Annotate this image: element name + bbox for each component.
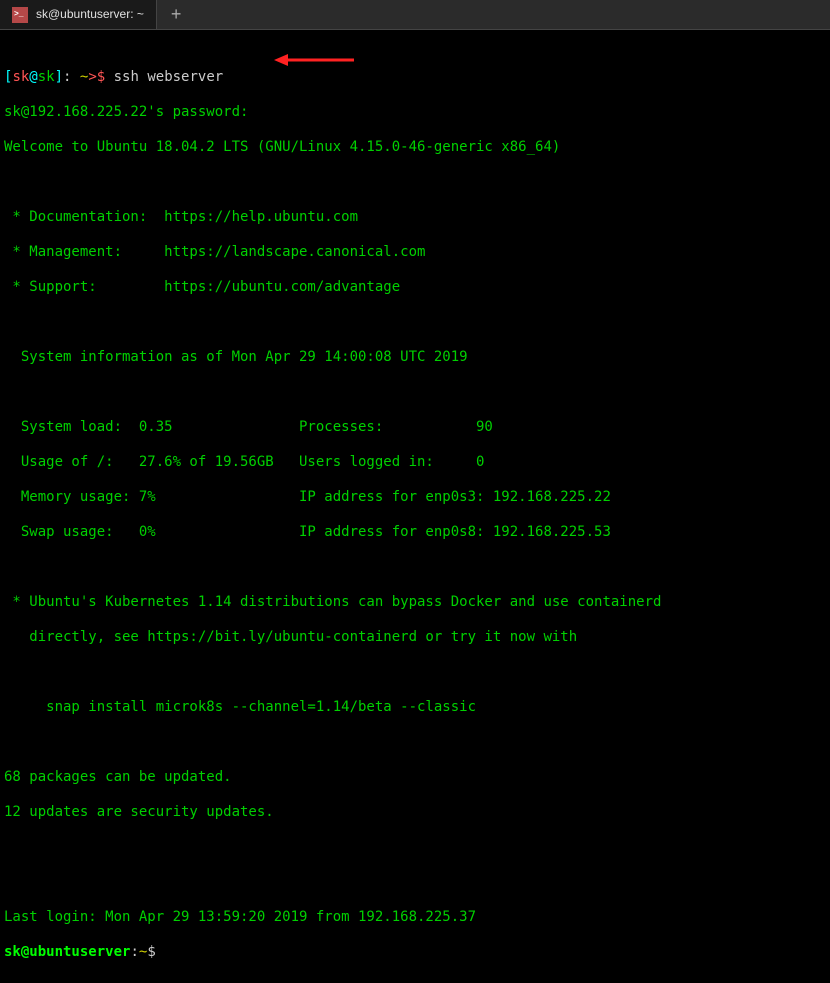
tab-bar: sk@ubuntuserver: ~ + <box>0 0 830 30</box>
k8s-line-1: * Ubuntu's Kubernetes 1.14 distributions… <box>4 594 826 612</box>
prompt-user: sk <box>12 69 29 85</box>
sysinfo-row-3: Memory usage: 7% IP address for enp0s3: … <box>4 489 826 507</box>
new-tab-button[interactable]: + <box>157 0 196 29</box>
prompt-line-2: sk@ubuntuserver:~$ <box>4 944 826 962</box>
bracket-close: ] <box>55 69 63 85</box>
password-prompt: sk@192.168.225.22's password: <box>4 104 826 122</box>
blank <box>4 559 826 577</box>
sysinfo-row-2: Usage of /: 27.6% of 19.56GB Users logge… <box>4 454 826 472</box>
typed-command: ssh webserver <box>114 69 224 85</box>
prompt2-sep: : <box>130 944 138 960</box>
packages-line: 68 packages can be updated. <box>4 769 826 787</box>
sysinfo-row-1: System load: 0.35 Processes: 90 <box>4 419 826 437</box>
k8s-line-2: directly, see https://bit.ly/ubuntu-cont… <box>4 629 826 647</box>
blank <box>4 664 826 682</box>
last-login-line: Last login: Mon Apr 29 13:59:20 2019 fro… <box>4 909 826 927</box>
blank <box>4 174 826 192</box>
tab-title: sk@ubuntuserver: ~ <box>36 7 144 22</box>
documentation-line: * Documentation: https://help.ubuntu.com <box>4 209 826 227</box>
prompt-ps: >$ <box>88 69 113 85</box>
blank <box>4 839 826 857</box>
blank <box>4 734 826 752</box>
snap-line: snap install microk8s --channel=1.14/bet… <box>4 699 826 717</box>
sysinfo-header: System information as of Mon Apr 29 14:0… <box>4 349 826 367</box>
prompt-line-1: [sk@sk]: ~>$ ssh webserver <box>4 69 826 87</box>
prompt2-user-host: sk@ubuntuserver <box>4 944 130 960</box>
plus-icon: + <box>171 3 182 26</box>
management-line: * Management: https://landscape.canonica… <box>4 244 826 262</box>
terminal-viewport[interactable]: [sk@sk]: ~>$ ssh webserver sk@192.168.22… <box>0 30 830 983</box>
prompt2-ps: $ <box>147 944 155 960</box>
prompt-at: @ <box>29 69 37 85</box>
terminal-icon <box>12 7 28 23</box>
prompt-host: sk <box>38 69 55 85</box>
support-line: * Support: https://ubuntu.com/advantage <box>4 279 826 297</box>
blank <box>4 874 826 892</box>
annotation-arrow <box>240 34 320 50</box>
welcome-line: Welcome to Ubuntu 18.04.2 LTS (GNU/Linux… <box>4 139 826 157</box>
terminal-tab-active[interactable]: sk@ubuntuserver: ~ <box>0 0 157 29</box>
blank <box>4 314 826 332</box>
sysinfo-row-4: Swap usage: 0% IP address for enp0s8: 19… <box>4 524 826 542</box>
blank <box>4 384 826 402</box>
prompt-sep: : <box>63 69 80 85</box>
security-updates-line: 12 updates are security updates. <box>4 804 826 822</box>
prompt2-path: ~ <box>139 944 147 960</box>
